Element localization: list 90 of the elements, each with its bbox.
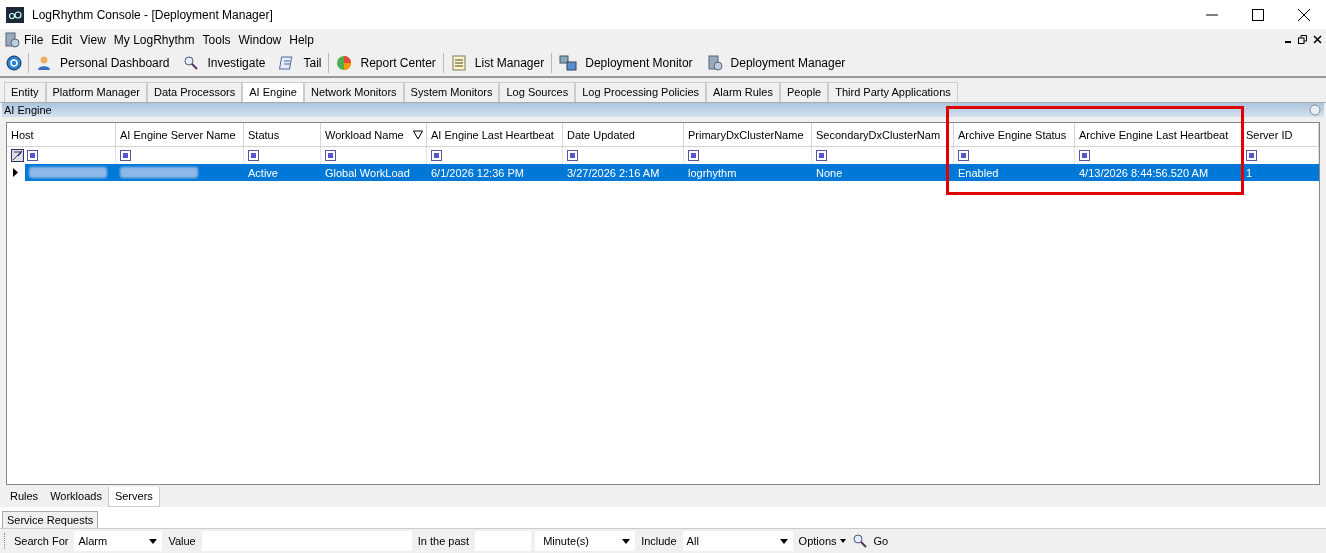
filter-icon[interactable] bbox=[688, 150, 699, 161]
row-pointer-icon bbox=[11, 168, 19, 177]
filter-icon[interactable] bbox=[431, 150, 442, 161]
filter-icon[interactable] bbox=[1246, 150, 1257, 161]
computers-icon[interactable] bbox=[559, 55, 578, 71]
column-header[interactable]: Workload Name bbox=[321, 123, 427, 147]
caret-icon[interactable] bbox=[779, 538, 788, 544]
menu-item[interactable]: Window bbox=[234, 32, 286, 47]
field-label: Value bbox=[167, 535, 197, 547]
filter-icon[interactable] bbox=[325, 150, 336, 161]
filter-icon[interactable] bbox=[27, 150, 38, 161]
column-header[interactable]: Status bbox=[244, 123, 321, 147]
table-cell: 3/27/2026 2:16 AM bbox=[567, 166, 660, 179]
toolbar-button[interactable]: Report Center bbox=[360, 56, 436, 70]
restore-icon[interactable] bbox=[1298, 35, 1307, 44]
toolbar-button[interactable]: Deployment Manager bbox=[730, 56, 846, 70]
tab[interactable]: Servers bbox=[107, 487, 160, 507]
search-icon[interactable] bbox=[851, 533, 868, 549]
toolbar-button[interactable]: Tail bbox=[303, 56, 322, 70]
menu-item[interactable]: Tools bbox=[198, 32, 235, 47]
tab[interactable]: Third Party Applications bbox=[828, 82, 958, 102]
filter-icon[interactable] bbox=[958, 150, 969, 161]
tab[interactable]: Service Requests bbox=[2, 511, 99, 528]
table-cell: 1 bbox=[1246, 166, 1253, 179]
dropdown[interactable]: Minute(s) bbox=[535, 531, 636, 551]
table-row[interactable]: Active Global WorkLoad 6/1/2026 12:36 PM 3/27/2026 2:16 AM logrhythm None Enabled 4/13/2026 8:44:56.520 AM 1 bbox=[7, 164, 1319, 181]
options-button[interactable]: Options bbox=[796, 535, 848, 547]
filter-icon[interactable] bbox=[567, 150, 578, 161]
pie-chart-icon[interactable] bbox=[336, 55, 353, 71]
close-icon[interactable] bbox=[1313, 35, 1322, 44]
column-header[interactable]: AI Engine Server Name bbox=[116, 123, 244, 147]
menu-item[interactable]: Edit bbox=[47, 32, 77, 47]
filter-icon[interactable] bbox=[816, 150, 827, 161]
user-icon[interactable] bbox=[36, 55, 52, 71]
tab[interactable]: System Monitors bbox=[403, 82, 500, 102]
tab[interactable]: Workloads bbox=[44, 487, 108, 507]
tab[interactable]: People bbox=[779, 82, 829, 102]
column-header[interactable]: Host bbox=[7, 123, 116, 147]
column-header[interactable]: AI Engine Last Heartbeat bbox=[427, 123, 563, 147]
column-header[interactable]: PrimaryDxClusterName bbox=[684, 123, 812, 147]
tab[interactable]: Platform Manager bbox=[45, 82, 147, 102]
table-cell: Active bbox=[248, 166, 278, 179]
toolbar-button[interactable]: Deployment Monitor bbox=[585, 56, 693, 70]
menu-item[interactable]: My LogRhythm bbox=[109, 32, 199, 47]
column-header[interactable]: Archive Engine Status bbox=[954, 123, 1075, 147]
tab[interactable]: Log Processing Policies bbox=[575, 82, 707, 102]
maximize-icon[interactable] bbox=[1252, 8, 1264, 21]
filter-icon[interactable] bbox=[1079, 150, 1090, 161]
table-cell: None bbox=[816, 166, 843, 179]
tab[interactable]: Entity bbox=[4, 82, 46, 102]
caret-icon bbox=[839, 539, 846, 543]
clear-filter-icon[interactable] bbox=[11, 149, 24, 162]
menu-item[interactable]: File bbox=[20, 32, 48, 47]
table-cell: 4/13/2026 8:44:56.520 AM bbox=[1079, 166, 1209, 179]
toolbar-button[interactable]: Investigate bbox=[207, 56, 266, 70]
go-button[interactable]: Go bbox=[871, 535, 891, 547]
server-icon bbox=[4, 31, 20, 48]
window-title: LogRhythm Console - [Deployment Manager] bbox=[32, 7, 273, 22]
filter-icon[interactable] bbox=[248, 150, 259, 161]
column-header[interactable]: SecondaryDxClusterNam bbox=[812, 123, 954, 147]
column-header[interactable]: Date Updated bbox=[563, 123, 684, 147]
column-header[interactable]: Server ID bbox=[1242, 123, 1319, 147]
table-cell: Global WorkLoad bbox=[325, 166, 410, 179]
table-cell: Enabled bbox=[958, 166, 999, 179]
caret-icon[interactable] bbox=[622, 538, 631, 544]
field-label: Include bbox=[640, 535, 678, 547]
table-cell: logrhythm bbox=[688, 166, 737, 179]
toolbar-button[interactable]: List Manager bbox=[474, 56, 545, 70]
dropdown[interactable]: All bbox=[682, 531, 793, 551]
menu-item[interactable]: Help bbox=[285, 32, 318, 47]
field-label: In the past bbox=[416, 535, 471, 547]
close-icon[interactable] bbox=[1298, 8, 1310, 21]
search-icon[interactable] bbox=[183, 55, 200, 71]
field-label: Search For bbox=[13, 535, 70, 547]
dropdown[interactable]: Alarm bbox=[74, 531, 163, 551]
tab[interactable]: Data Processors bbox=[146, 82, 243, 102]
tab[interactable]: AI Engine bbox=[242, 82, 304, 102]
filter-icon[interactable] bbox=[413, 129, 423, 140]
tab[interactable]: Log Sources bbox=[499, 82, 576, 102]
app-logo-icon bbox=[6, 6, 24, 23]
server-icon[interactable] bbox=[706, 55, 723, 71]
panel-title: AI Engine bbox=[4, 104, 52, 116]
tab[interactable]: Alarm Rules bbox=[706, 82, 780, 102]
toolbar-button[interactable]: Personal Dashboard bbox=[60, 56, 170, 70]
table-cell: 6/1/2026 12:36 PM bbox=[431, 166, 524, 179]
caret-icon[interactable] bbox=[149, 538, 158, 544]
filter-icon[interactable] bbox=[120, 150, 131, 161]
tab[interactable]: Rules bbox=[4, 487, 45, 507]
menu-item[interactable]: View bbox=[76, 32, 110, 47]
tab[interactable]: Network Monitors bbox=[303, 82, 404, 102]
